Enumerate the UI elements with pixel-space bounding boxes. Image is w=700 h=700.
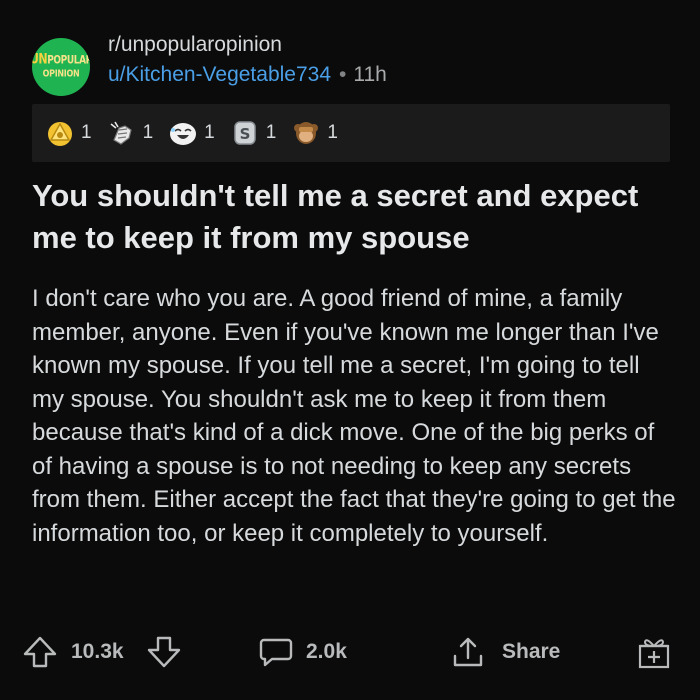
post-age: 11h <box>353 63 387 86</box>
award-count: 1 <box>204 122 215 143</box>
subreddit-logo[interactable]: UNPOPULAR OPINION <box>32 38 90 96</box>
share-label: Share <box>502 640 561 663</box>
meta-separator: • <box>339 63 347 86</box>
post-title[interactable]: You shouldn't tell me a secret and expec… <box>32 175 672 259</box>
gold-award-icon <box>48 122 72 146</box>
upvote-button[interactable] <box>22 628 58 676</box>
share-upload-icon <box>453 637 483 667</box>
laughing-face-award-icon <box>170 123 197 145</box>
award-item[interactable]: 1 <box>107 118 154 148</box>
share-button[interactable]: Share <box>450 628 560 676</box>
downvote-button[interactable] <box>146 628 182 676</box>
post-meta: u/Kitchen-Vegetable734 • 11h <box>108 63 387 87</box>
comment-count: 2.0k <box>306 640 347 663</box>
post-body: I don't care who you are. A good friend … <box>32 285 676 547</box>
post-header: UNPOPULAR OPINION r/unpopularopinion u/K… <box>32 30 672 96</box>
award-item[interactable]: 1 <box>168 118 215 148</box>
award-item[interactable]: 1 <box>291 118 338 148</box>
comments-button[interactable]: 2.0k <box>258 628 347 676</box>
monkey-award-icon <box>294 122 319 144</box>
comment-bubble-icon <box>259 638 293 667</box>
awards-bar[interactable]: 1 1 1 S 1 1 <box>32 104 670 162</box>
award-item[interactable]: 1 <box>45 118 92 148</box>
award-count: 1 <box>327 122 338 143</box>
upvote-arrow-icon <box>23 636 57 668</box>
vote-score: 10.3k <box>71 640 124 663</box>
subreddit-name[interactable]: r/unpopularopinion <box>108 33 282 57</box>
fist-award-icon <box>110 121 132 145</box>
award-item[interactable]: S 1 <box>230 118 277 148</box>
silver-coin-award-icon: S <box>233 121 256 145</box>
author-username[interactable]: u/Kitchen-Vegetable734 <box>108 63 331 87</box>
gift-award-icon <box>638 639 670 669</box>
post-action-bar: 10.3k 2.0k Share <box>22 628 682 676</box>
award-count: 1 <box>265 122 277 143</box>
give-award-button[interactable] <box>636 628 672 676</box>
svg-text:S: S <box>239 125 250 143</box>
award-count: 1 <box>81 122 92 143</box>
award-count: 1 <box>142 122 154 143</box>
downvote-arrow-icon <box>147 636 181 668</box>
